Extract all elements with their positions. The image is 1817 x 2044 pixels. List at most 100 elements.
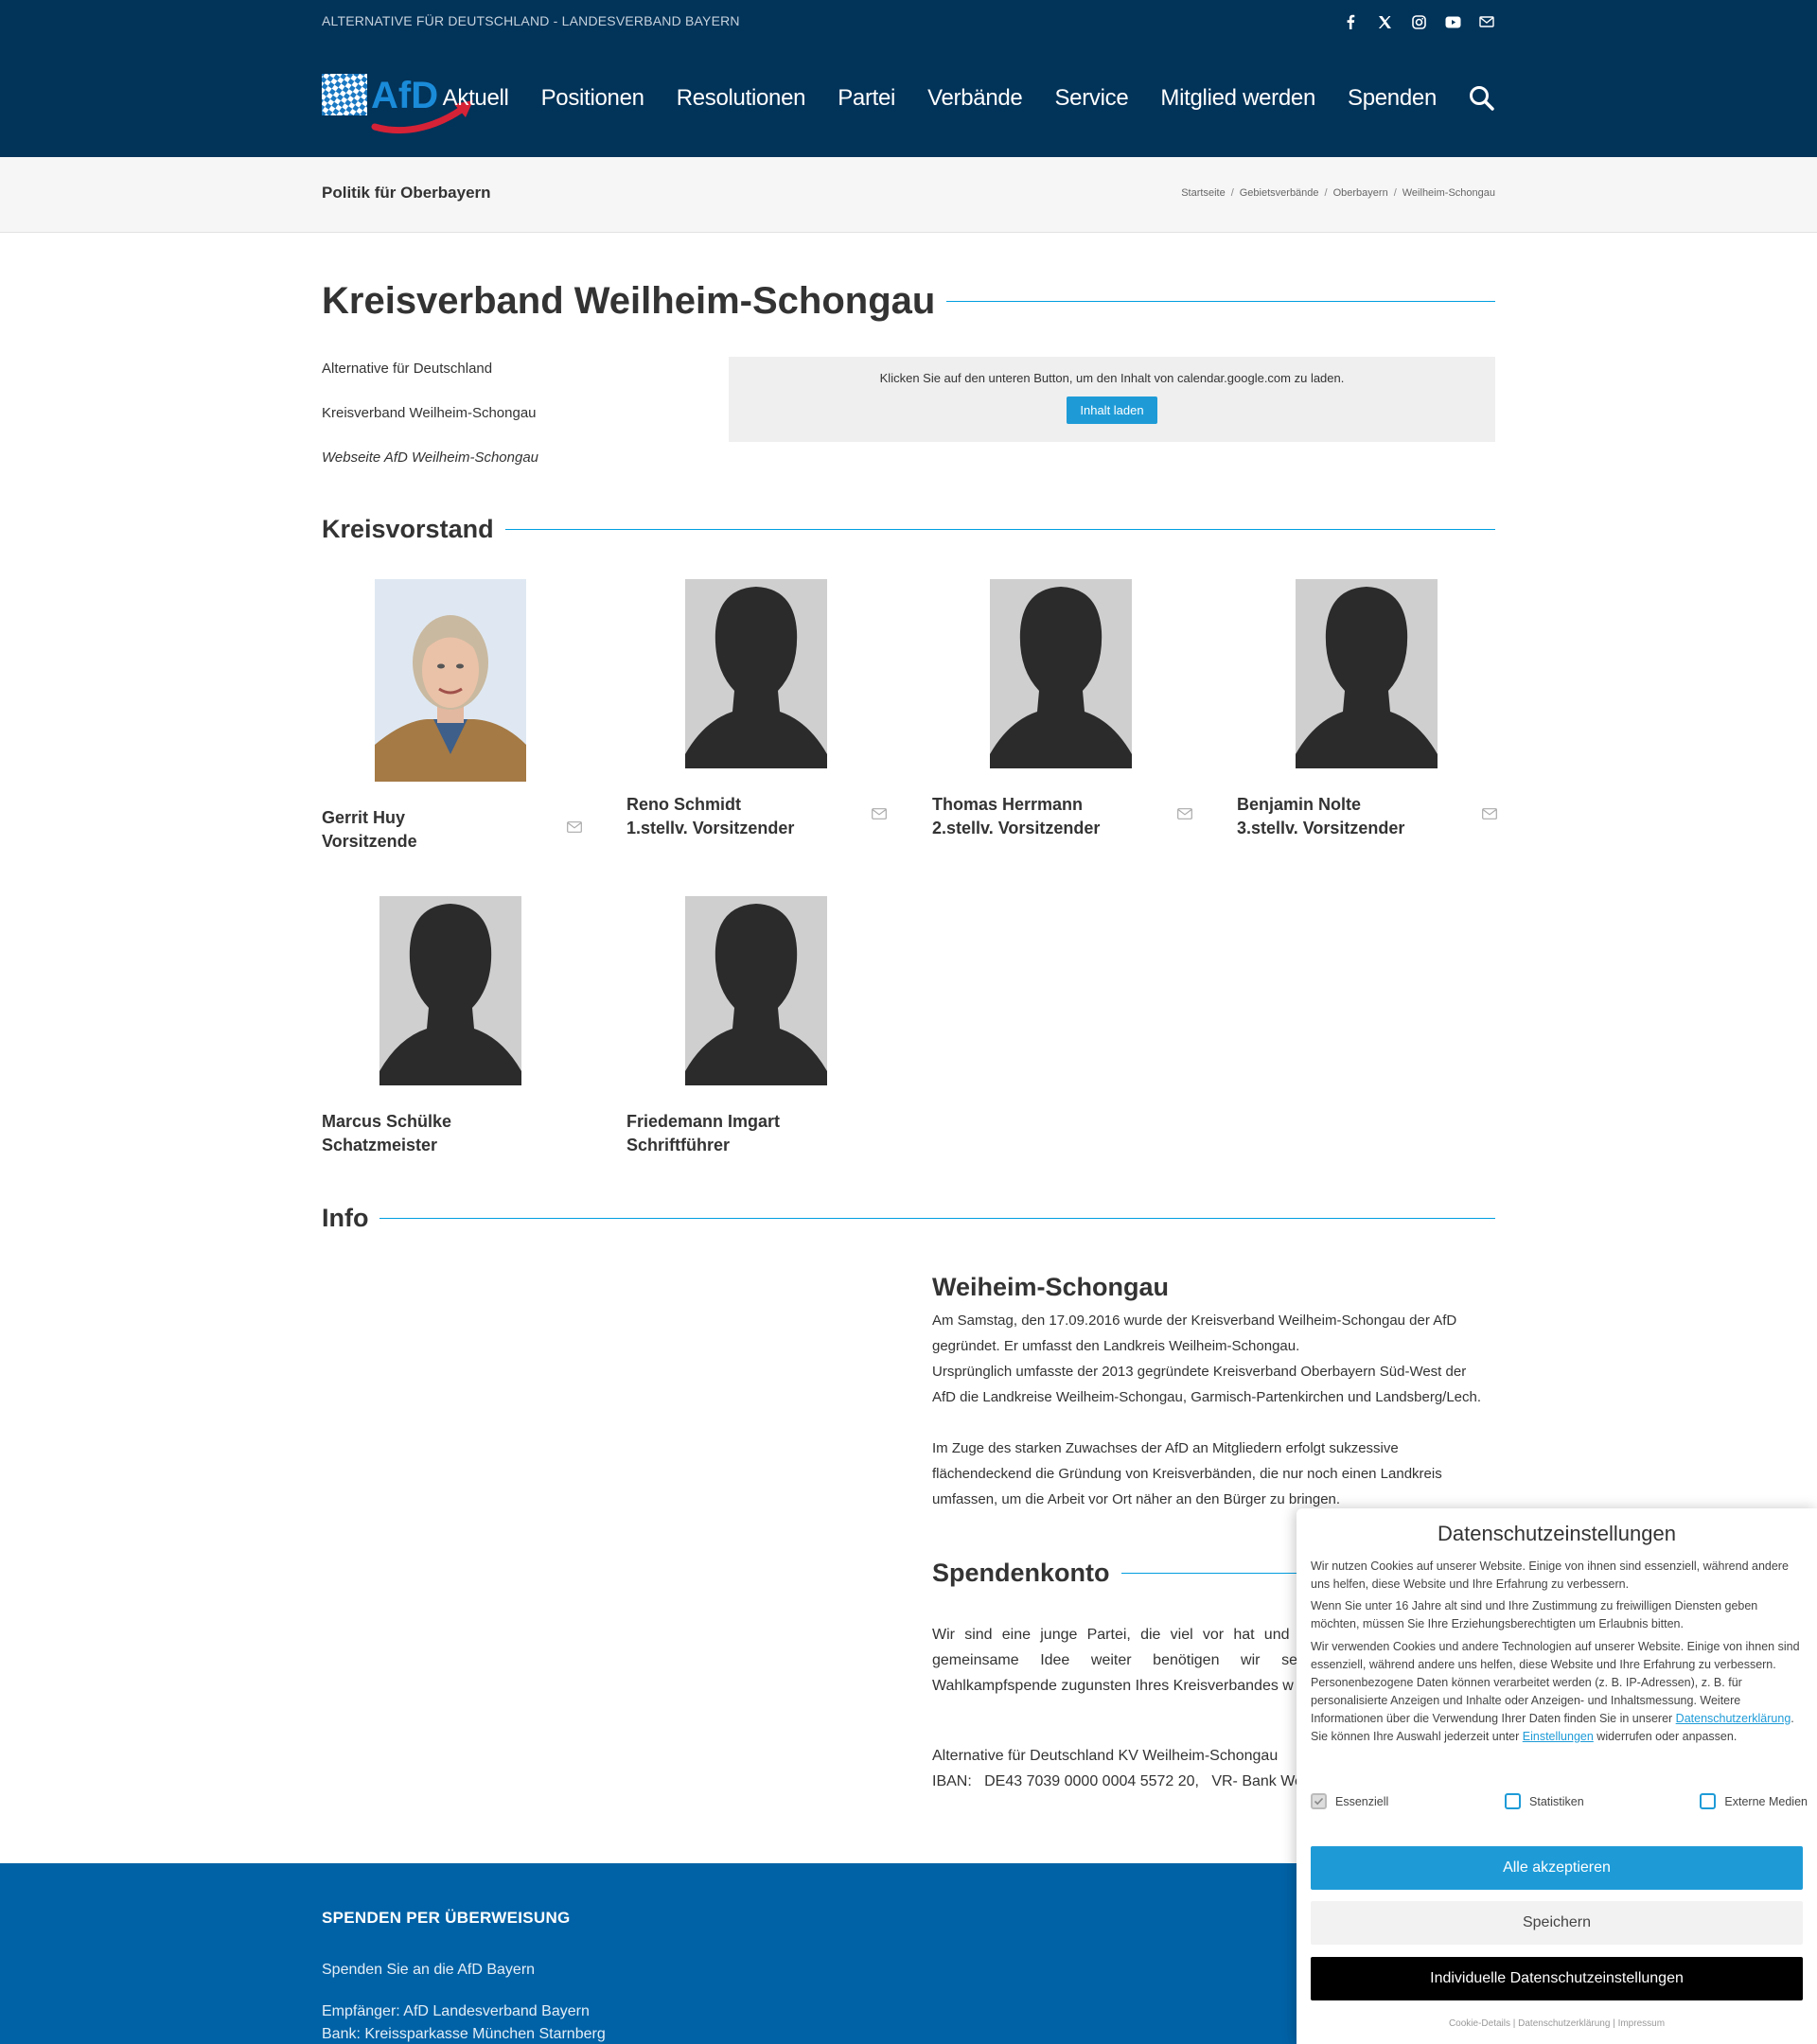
member-name: Marcus Schülke [322,1112,452,1131]
board-heading-row: Kreisvorstand [322,515,1495,544]
member-card: Gerrit Huy Vorsitzende [322,579,582,854]
mail-icon[interactable] [567,820,582,833]
nav-positionen[interactable]: Positionen [541,85,644,112]
info-paragraph: Ursprünglich umfasste der 2013 gegründet… [932,1364,1482,1405]
nav-mitglied-werden[interactable]: Mitglied werden [1160,85,1315,112]
individual-settings-button[interactable]: Individuelle Datenschutzeinstellungen [1311,1957,1803,2000]
nav-spenden[interactable]: Spenden [1348,85,1437,112]
page-title: Politik für Oberbayern [322,184,491,202]
essential-checkbox [1311,1793,1327,1809]
heading-divider [379,1218,1495,1219]
load-content-button[interactable]: Inhalt laden [1067,396,1157,424]
spendenkonto-heading: Spendenkonto [932,1559,1110,1587]
option-external-media: Externe Medien [1700,1793,1808,1809]
cookie-text: Wir nutzen Cookies auf unserer Website. … [1311,1559,1789,1591]
member-placeholder-avatar [1296,579,1438,768]
settings-link[interactable]: Einstellungen [1523,1730,1594,1743]
main-nav: Aktuell Positionen Resolutionen Partei V… [411,85,1495,112]
intro-website-link[interactable]: Webseite AfD Weilheim-Schongau [322,449,538,466]
breadcrumb-oberbayern[interactable]: Oberbayern [1333,187,1388,199]
breadcrumb-separator: / [1393,187,1397,199]
member-name: Reno Schmidt [626,795,742,814]
intro-party: Alternative für Deutschland [322,361,493,377]
info-title: Weiheim-Schongau [932,1273,1170,1301]
cookie-consent-dialog: Datenschutzeinstellungen Wir nutzen Cook… [1297,1508,1817,2044]
mail-icon[interactable] [1177,807,1192,819]
member-placeholder-avatar [685,579,827,768]
cookie-title: Datenschutzeinstellungen [1438,1522,1676,1545]
member-card: Friedemann Imgart Schriftführer [626,896,887,1161]
external-media-checkbox[interactable] [1700,1793,1717,1809]
footer-line: Bank: Kreissparkasse München Starnberg [322,2026,606,2042]
nav-aktuell[interactable]: Aktuell [443,85,509,112]
member-placeholder-avatar [685,896,827,1085]
member-card: Marcus Schülke Schatzmeister [322,896,582,1161]
member-placeholder-avatar [990,579,1132,768]
member-name: Gerrit Huy [322,808,406,827]
cookie-text: widerrufen oder anpassen. [1593,1730,1738,1743]
breadcrumb: Startseite / Gebietsverbände / Oberbayer… [1181,187,1495,199]
calendar-embed-placeholder: Klicken Sie auf den unteren Button, um d… [729,357,1495,442]
privacy-link[interactable]: Datenschutzerklärung [1518,2018,1610,2029]
heading-divider [504,529,1495,530]
statistics-checkbox[interactable] [1505,1793,1522,1809]
member-photo [375,579,526,782]
breadcrumb-current: Weilheim-Schongau [1402,187,1495,199]
info-heading-row: Info [322,1204,1495,1233]
facebook-icon[interactable] [1342,13,1359,30]
breadcrumb-separator: / [1230,187,1234,199]
member-role: Vorsitzende [322,832,417,851]
footer-line: Empfänger: AfD Landesverband Bayern [322,2003,590,2019]
nav-verbaende[interactable]: Verbände [927,85,1023,112]
privacy-policy-link[interactable]: Datenschutzerklärung [1676,1712,1791,1725]
info-paragraph: Im Zuge des starken Zuwachses der AfD an… [932,1440,1442,1507]
accept-all-button[interactable]: Alle akzeptieren [1311,1846,1803,1890]
search-icon[interactable] [1469,85,1495,112]
page-title-bar: Politik für Oberbayern Startseite / Gebi… [0,157,1817,233]
mail-icon[interactable] [872,807,887,819]
mail-icon[interactable] [1478,13,1495,30]
member-role: Schriftführer [626,1136,731,1154]
cookie-text-detail: Wir verwenden Cookies und andere Technol… [1311,1638,1808,1746]
cookie-footer-links: Cookie-Details | Datenschutzerklärung | … [1448,2018,1666,2029]
member-role: 1.stellv. Vorsitzender [626,819,795,837]
nav-service[interactable]: Service [1054,85,1128,112]
breadcrumb-startseite[interactable]: Startseite [1181,187,1225,199]
breadcrumb-gebietsverbaende[interactable]: Gebietsverbände [1240,187,1319,199]
nav-partei[interactable]: Partei [838,85,895,112]
option-label: Essenziell [1335,1794,1389,1808]
main-heading: Kreisverband Weilheim-Schongau [322,280,936,322]
cookie-options: Essenziell Statistiken Externe Medien [1311,1793,1808,1809]
info-heading: Info [322,1204,369,1232]
nav-resolutionen[interactable]: Resolutionen [677,85,806,112]
save-button[interactable]: Speichern [1311,1901,1803,1945]
member-card: Reno Schmidt 1.stellv. Vorsitzender [626,579,887,844]
social-links [1342,13,1495,30]
mail-icon[interactable] [1482,807,1497,819]
instagram-icon[interactable] [1410,13,1427,30]
footer-heading: SPENDEN PER ÜBERWEISUNG [322,1909,571,1927]
member-role: 2.stellv. Vorsitzender [932,819,1101,837]
site-header: ALTERNATIVE FÜR DEUTSCHLAND - LANDESVERB… [0,0,1817,157]
member-role: Schatzmeister [322,1136,438,1154]
member-name: Benjamin Nolte [1237,795,1362,814]
option-label: Statistiken [1529,1794,1584,1808]
option-statistics: Statistiken [1505,1793,1584,1809]
topbar-text: ALTERNATIVE FÜR DEUTSCHLAND - LANDESVERB… [322,13,740,28]
member-card: Thomas Herrmann 2.stellv. Vorsitzender [932,579,1192,844]
member-placeholder-avatar [379,896,521,1085]
cookie-text: Wenn Sie unter 16 Jahre alt sind und Ihr… [1311,1599,1758,1630]
imprint-link[interactable]: Impressum [1618,2018,1665,2029]
option-essential: Essenziell [1311,1793,1388,1809]
member-name: Thomas Herrmann [932,795,1084,814]
youtube-icon[interactable] [1444,13,1461,30]
cookie-details-link[interactable]: Cookie-Details [1449,2018,1510,2029]
board-heading: Kreisvorstand [322,515,494,543]
option-label: Externe Medien [1724,1794,1808,1808]
breadcrumb-separator: / [1324,187,1328,199]
member-name: Friedemann Imgart [626,1112,781,1131]
calendar-message: Klicken Sie auf den unteren Button, um d… [879,371,1345,385]
heading-divider [946,301,1495,302]
footer-line: Spenden Sie an die AfD Bayern [322,1962,536,1978]
x-icon[interactable] [1376,13,1393,30]
